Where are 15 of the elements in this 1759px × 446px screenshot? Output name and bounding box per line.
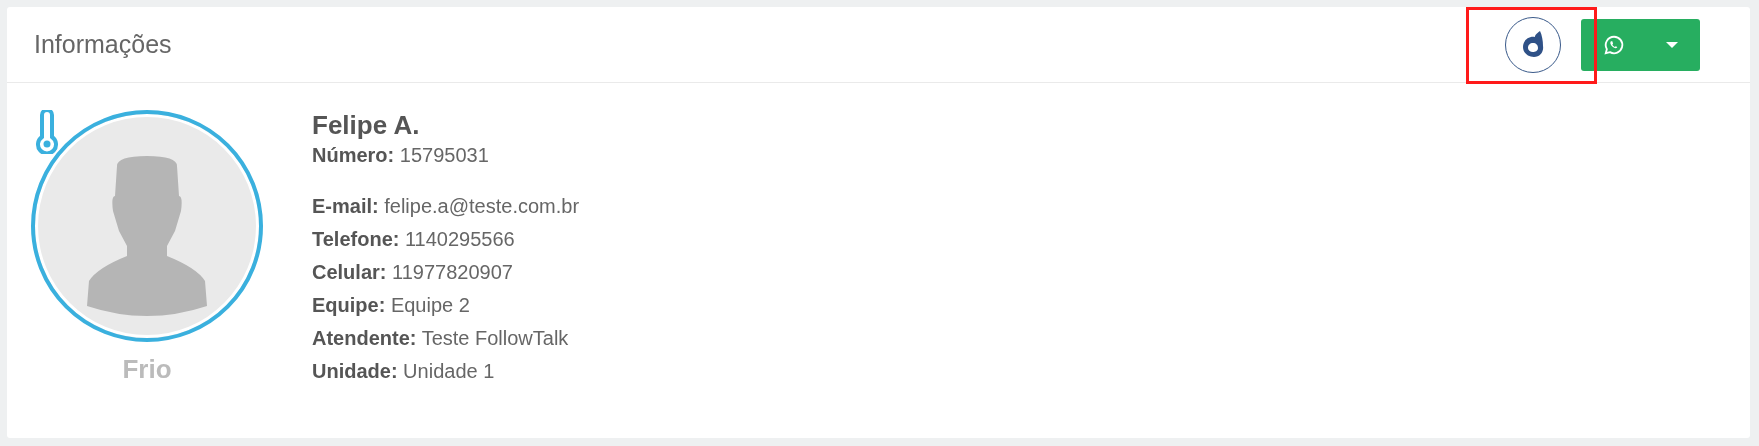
temperature-label: Frio	[121, 354, 173, 385]
chat-bubble-icon	[1603, 33, 1625, 56]
panel-title: Informações	[34, 30, 172, 59]
info-line: Celular: 11977820907	[312, 260, 514, 285]
whatsapp-button[interactable]	[1581, 18, 1700, 71]
thermometer-icon	[35, 110, 59, 154]
info-line: Unidade: Unidade 1	[312, 359, 496, 384]
contact-name: Felipe A.	[312, 110, 421, 140]
info-line: Número: 15795031	[312, 143, 490, 168]
info-line: E-mail: felipe.a@teste.com.br	[312, 194, 580, 219]
person-silhouette-icon	[85, 156, 209, 316]
caret-icon	[1666, 41, 1678, 48]
info-line: Atendente: Teste FollowTalk	[312, 326, 570, 351]
info-line: Equipe: Equipe 2	[312, 293, 471, 318]
info-line: Telefone: 1140295566	[312, 227, 516, 252]
